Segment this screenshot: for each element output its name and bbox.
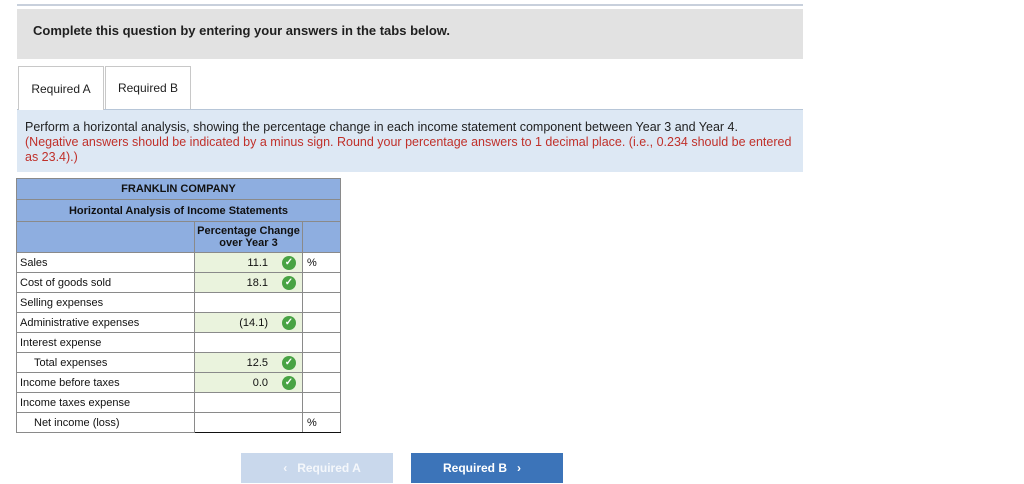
instructions-main: Perform a horizontal analysis, showing t… [25, 120, 738, 134]
table-row: Income taxes expense [16, 392, 341, 413]
row-label: Cost of goods sold [16, 272, 195, 293]
header-blank [302, 221, 341, 253]
answer-input[interactable]: 0.0 ✓ [194, 372, 303, 393]
table-row: Income before taxes 0.0 ✓ [16, 372, 341, 393]
answer-input[interactable] [194, 412, 303, 433]
correct-check-icon: ✓ [282, 256, 296, 270]
table-row: Interest expense [16, 332, 341, 353]
chevron-left-icon: ‹ [283, 461, 288, 475]
row-label: Income taxes expense [16, 392, 195, 413]
instructions-panel: Perform a horizontal analysis, showing t… [17, 109, 803, 172]
question-banner: Complete this question by entering your … [17, 9, 803, 59]
percent-cell [302, 312, 341, 333]
column-header-percentage-change: Percentage Change over Year 3 [194, 221, 303, 253]
percent-cell [302, 292, 341, 313]
next-button-label: Required B [442, 461, 507, 475]
row-label: Administrative expenses [16, 312, 195, 333]
row-label: Sales [16, 252, 195, 273]
percent-cell [302, 352, 341, 373]
table-row: Selling expenses [16, 292, 341, 313]
percent-sign: % [302, 412, 341, 433]
header-blank [16, 221, 195, 253]
row-label: Total expenses [16, 352, 195, 373]
correct-check-icon: ✓ [282, 376, 296, 390]
answer-cell-blank [194, 332, 303, 353]
row-label: Income before taxes [16, 372, 195, 393]
next-required-b-button[interactable]: Required B › [411, 453, 563, 483]
tab-required-a[interactable]: Required A [18, 66, 104, 110]
chevron-right-icon: › [517, 461, 521, 475]
correct-check-icon: ✓ [282, 316, 296, 330]
row-label: Interest expense [16, 332, 195, 353]
table-row: Cost of goods sold 18.1 ✓ [16, 272, 341, 293]
banner-text: Complete this question by entering your … [33, 23, 451, 38]
tab-label: Required A [31, 81, 91, 96]
answer-input[interactable]: 12.5 ✓ [194, 352, 303, 373]
table-row: Administrative expenses (14.1) ✓ [16, 312, 341, 333]
prev-button-label: Required A [297, 461, 361, 475]
tab-required-b[interactable]: Required B [105, 66, 191, 109]
answer-input[interactable]: 11.1 ✓ [194, 252, 303, 273]
correct-check-icon: ✓ [282, 276, 296, 290]
percent-cell [302, 272, 341, 293]
answer-input[interactable]: 18.1 ✓ [194, 272, 303, 293]
top-divider [17, 4, 803, 6]
prev-required-a-button[interactable]: ‹ Required A [241, 453, 393, 483]
tab-label: Required B [117, 81, 179, 95]
percent-cell [302, 392, 341, 413]
percent-cell [302, 332, 341, 353]
table-subtitle: Horizontal Analysis of Income Statements [16, 199, 341, 222]
percent-cell [302, 372, 341, 393]
answer-cell-blank [194, 292, 303, 313]
correct-check-icon: ✓ [282, 356, 296, 370]
table-row: Total expenses 12.5 ✓ [16, 352, 341, 373]
table-row: Sales 11.1 ✓ % [16, 252, 341, 273]
answer-input[interactable]: (14.1) ✓ [194, 312, 303, 333]
company-name: FRANKLIN COMPANY [16, 178, 341, 200]
instructions-note: (Negative answers should be indicated by… [25, 135, 792, 164]
answer-cell-blank [194, 392, 303, 413]
row-label: Selling expenses [16, 292, 195, 313]
horizontal-analysis-table: FRANKLIN COMPANY Horizontal Analysis of … [16, 178, 341, 433]
percent-sign: % [302, 252, 341, 273]
table-row: Net income (loss) % [16, 412, 341, 433]
row-label: Net income (loss) [16, 412, 195, 433]
